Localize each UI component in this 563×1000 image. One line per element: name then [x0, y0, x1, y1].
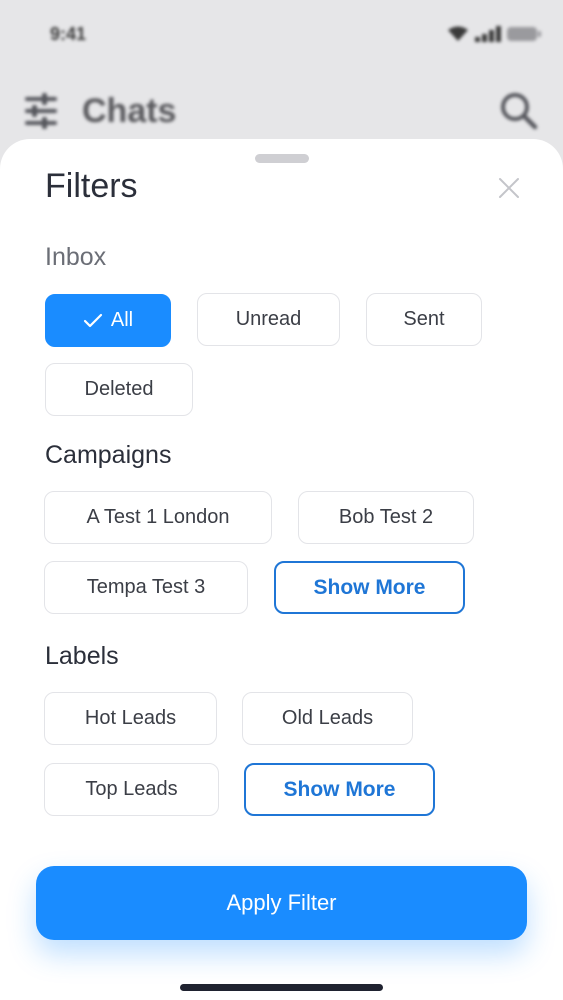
- close-button[interactable]: [494, 173, 524, 203]
- label-option-old-leads[interactable]: Old Leads: [242, 692, 413, 745]
- label-option-label: Top Leads: [85, 778, 178, 800]
- inbox-option-unread[interactable]: Unread: [197, 293, 340, 346]
- close-icon: [499, 178, 519, 198]
- sheet-grabber[interactable]: [255, 154, 309, 163]
- wifi-icon: [448, 26, 468, 41]
- label-option-top-leads[interactable]: Top Leads: [44, 763, 219, 816]
- background-header: Chats: [24, 88, 539, 134]
- search-icon: [501, 93, 538, 130]
- check-icon: [83, 313, 102, 327]
- campaigns-section-label: Campaigns: [45, 441, 172, 469]
- background-title: Chats: [82, 91, 177, 130]
- campaign-option-bob-test-2[interactable]: Bob Test 2: [298, 491, 474, 544]
- show-more-label: Show More: [283, 777, 396, 801]
- signal-icon: [475, 26, 501, 42]
- sliders-icon: [25, 93, 57, 129]
- home-indicator: [180, 984, 383, 991]
- show-more-label: Show More: [313, 575, 426, 599]
- campaign-option-label: Tempa Test 3: [86, 576, 206, 598]
- labels-show-more-button[interactable]: Show More: [244, 763, 435, 816]
- campaign-option-a-test-1-london[interactable]: A Test 1 London: [44, 491, 272, 544]
- inbox-option-label: Deleted: [84, 378, 154, 400]
- label-option-label: Old Leads: [281, 707, 374, 729]
- apply-filter-button[interactable]: Apply Filter: [36, 866, 527, 940]
- labels-section-label: Labels: [45, 642, 119, 670]
- status-time: 9:41: [50, 24, 87, 44]
- inbox-option-all[interactable]: All: [45, 294, 171, 347]
- inbox-option-label: Unread: [235, 308, 302, 330]
- inbox-option-deleted[interactable]: Deleted: [45, 363, 193, 416]
- inbox-option-label: Sent: [403, 308, 445, 330]
- label-option-label: Hot Leads: [84, 707, 177, 729]
- inbox-option-label: All: [110, 309, 134, 331]
- campaign-option-tempa-test-3[interactable]: Tempa Test 3: [44, 561, 248, 614]
- filters-sheet: Filters Inbox All Unread Sent Deleted Ca…: [0, 139, 563, 1000]
- campaigns-show-more-button[interactable]: Show More: [274, 561, 465, 614]
- sheet-title: Filters: [45, 167, 138, 205]
- inbox-option-sent[interactable]: Sent: [366, 293, 482, 346]
- label-option-hot-leads[interactable]: Hot Leads: [44, 692, 217, 745]
- status-icons: [447, 26, 541, 42]
- battery-icon: [507, 27, 541, 41]
- campaign-option-label: A Test 1 London: [86, 506, 230, 528]
- inbox-section-label: Inbox: [45, 243, 107, 271]
- campaign-option-label: Bob Test 2: [338, 506, 434, 528]
